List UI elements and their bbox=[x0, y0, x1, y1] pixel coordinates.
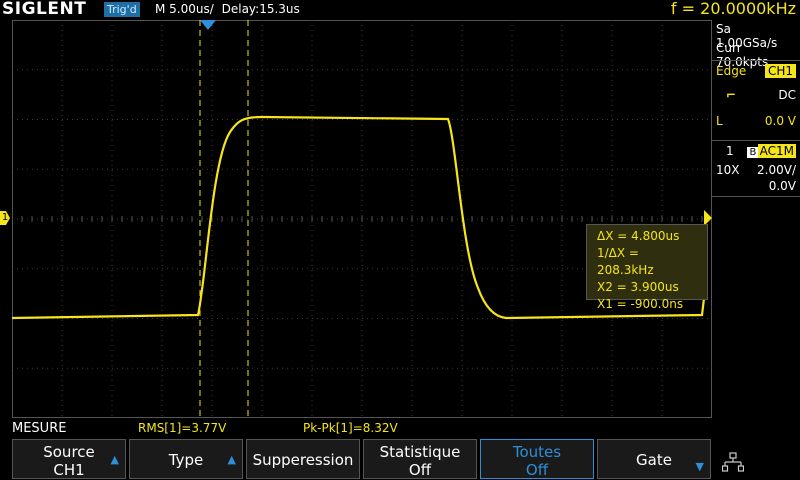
trigger-type: Edge bbox=[716, 64, 747, 78]
divider bbox=[712, 196, 800, 197]
timebase-value: M 5.00us/ bbox=[155, 2, 214, 16]
channel1-panel[interactable]: 1 B AC1M bbox=[716, 144, 796, 158]
softkey-label: Toutes bbox=[512, 443, 562, 461]
softkey-label: Source bbox=[43, 443, 95, 461]
type-softkey[interactable]: Type ▲ bbox=[129, 439, 243, 479]
suppression-softkey[interactable]: Supperession bbox=[246, 439, 360, 479]
rising-edge-icon: ⌐ bbox=[726, 88, 737, 102]
channel1-scale-row: 10X 2.00V/ bbox=[716, 163, 796, 177]
softkey-value: CH1 bbox=[53, 461, 85, 479]
channel1-offset: 0.0V bbox=[768, 179, 796, 193]
brand-logo: SIGLENT bbox=[2, 0, 87, 19]
channel1-volts-per-div: 2.00V/ bbox=[757, 163, 796, 177]
softkey-label: Statistique bbox=[379, 443, 461, 461]
menu-title: MESURE bbox=[12, 421, 67, 436]
channel1-number: 1 bbox=[726, 144, 734, 158]
softkey-value: Off bbox=[525, 461, 549, 479]
channel1-ground-marker[interactable]: 1 bbox=[0, 211, 10, 225]
waveform-display[interactable] bbox=[12, 20, 712, 418]
arrow-up-icon: ▲ bbox=[110, 453, 119, 466]
all-measurements-softkey[interactable]: Toutes Off bbox=[480, 439, 594, 479]
divider bbox=[712, 60, 800, 61]
trigger-coupling: DC bbox=[778, 88, 796, 102]
trigger-position-marker[interactable] bbox=[200, 20, 216, 30]
channel1-marker-label: 1 bbox=[1, 212, 9, 223]
top-status-bar: SIGLENT Trig'd M 5.00us/ Delay:15.3us f … bbox=[0, 0, 800, 20]
channel1-coupling-badge: AC1M bbox=[757, 144, 796, 158]
softkey-label: Gate bbox=[636, 451, 672, 469]
softkey-value: Off bbox=[408, 461, 432, 479]
trigger-status-badge: Trig'd bbox=[104, 2, 140, 17]
right-info-panel: Sa 1.00GSa/s Curr 70.0kpts Edge CH1 ⌐ DC… bbox=[712, 20, 800, 440]
trigger-level-value: 0.0 V bbox=[764, 114, 796, 128]
trigger-panel[interactable]: Edge CH1 bbox=[716, 64, 796, 78]
cursor-x2: X2 = 3.900us bbox=[597, 280, 679, 294]
measurement-strip: MESURE RMS[1]=3.77V Pk-Pk[1]=8.32V bbox=[0, 420, 712, 438]
channel1-probe: 10X bbox=[716, 163, 740, 177]
timebase-readout[interactable]: M 5.00us/ Delay:15.3us bbox=[155, 2, 300, 16]
cursor-delta-x: ΔX = 4.800us bbox=[597, 229, 680, 243]
divider bbox=[712, 140, 800, 141]
statistics-softkey[interactable]: Statistique Off bbox=[363, 439, 477, 479]
softkey-label: Type bbox=[168, 451, 204, 469]
rms-measurement: RMS[1]=3.77V bbox=[138, 421, 227, 435]
arrow-down-icon: ▼ bbox=[695, 460, 704, 473]
cursor-x1: X1 = -900.0ns bbox=[597, 297, 684, 311]
gate-softkey[interactable]: Gate ▼ bbox=[597, 439, 711, 479]
network-icon[interactable] bbox=[721, 452, 745, 474]
frequency-readout: f = 20.0000kHz bbox=[670, 0, 796, 18]
pkpk-measurement: Pk-Pk[1]=8.32V bbox=[303, 421, 398, 435]
softkey-label: Supperession bbox=[252, 451, 354, 469]
arrow-up-icon: ▲ bbox=[227, 453, 236, 466]
trigger-source-badge: CH1 bbox=[764, 64, 796, 78]
trigger-level-row: L 0.0 V bbox=[716, 114, 796, 128]
delay-value: Delay:15.3us bbox=[221, 2, 300, 16]
graticule bbox=[12, 20, 712, 418]
source-softkey[interactable]: Source CH1 ▲ bbox=[12, 439, 126, 479]
cursor-readout-panel: ΔX = 4.800us 1/ΔX = 208.3kHz X2 = 3.900u… bbox=[586, 224, 708, 311]
softkey-bar: Source CH1 ▲ Type ▲ Supperession Statist… bbox=[0, 438, 800, 480]
cursor-inv-delta-x: 1/ΔX = 208.3kHz bbox=[597, 246, 654, 277]
trigger-level-label: L bbox=[716, 114, 723, 128]
trigger-edge-row: ⌐ DC bbox=[716, 88, 796, 102]
